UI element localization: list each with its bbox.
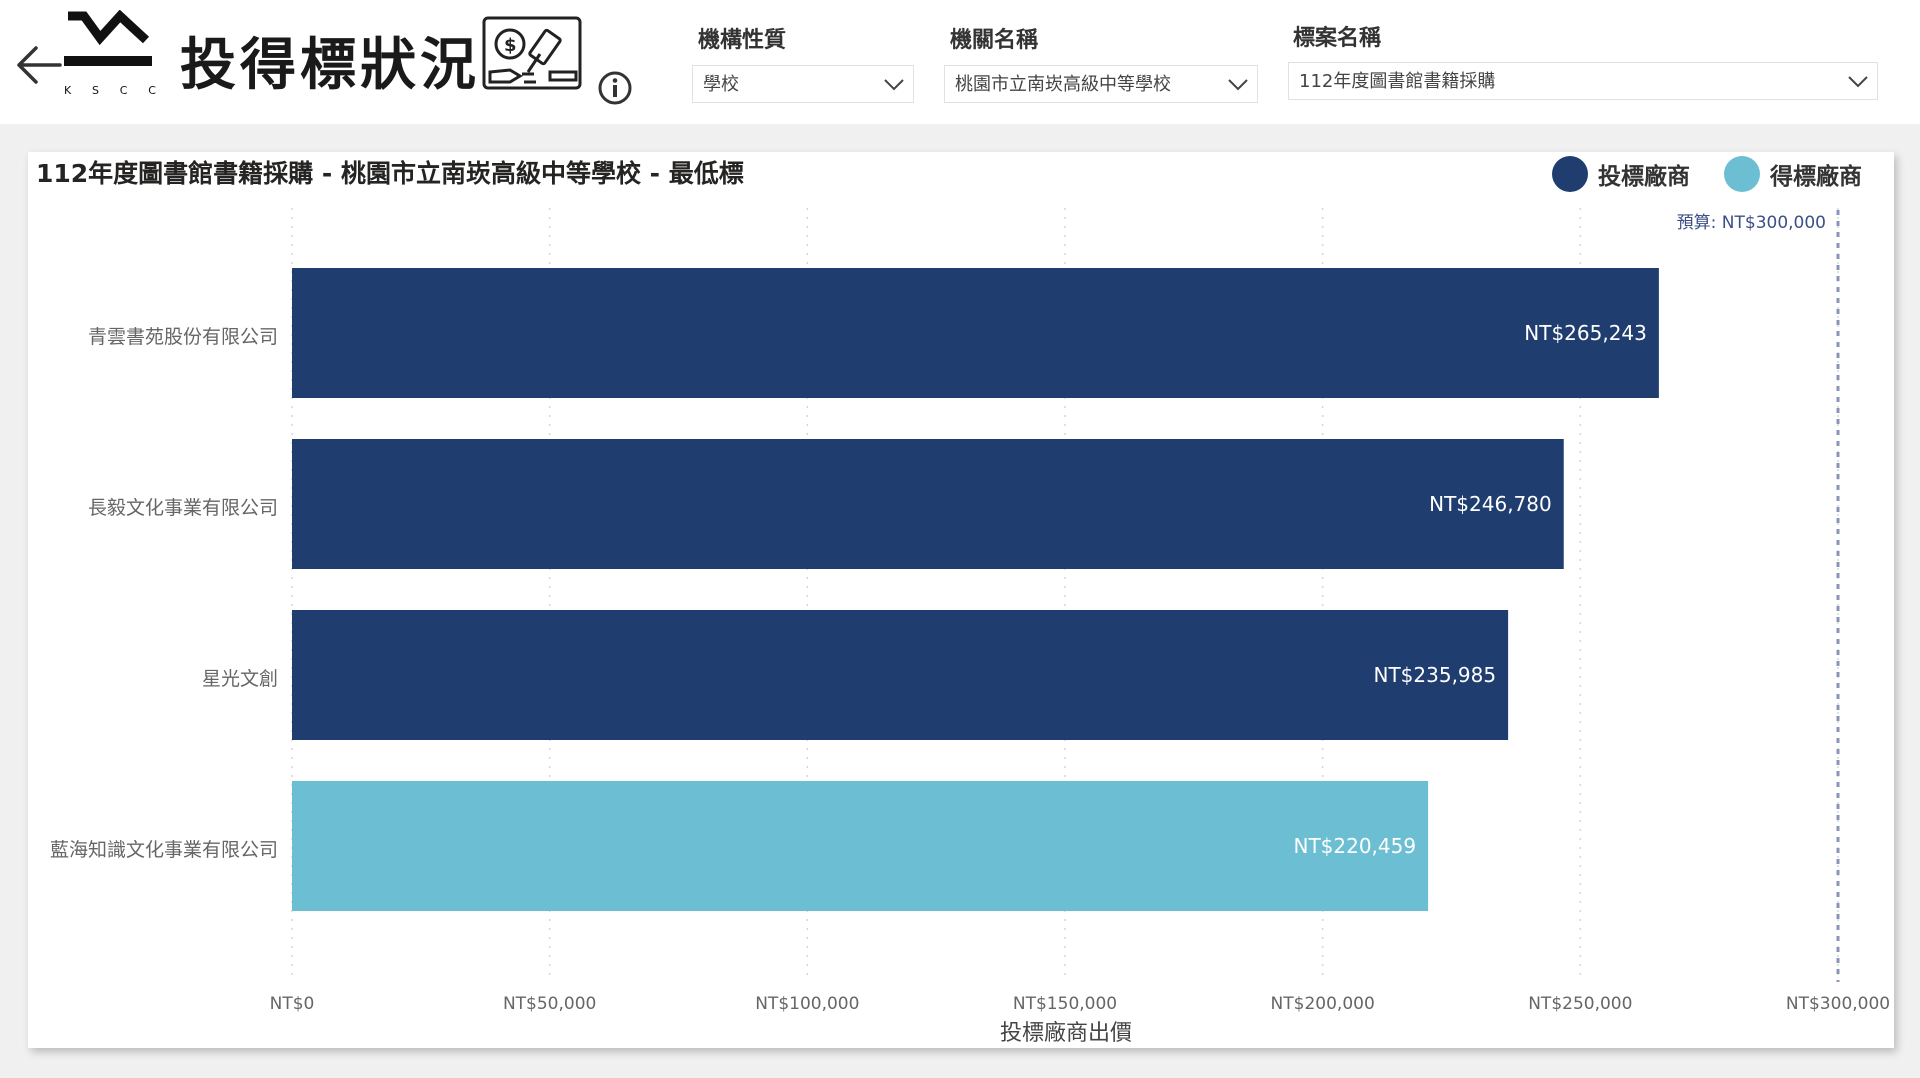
- x-tick-label: NT$200,000: [1271, 994, 1375, 1014]
- bar-value-label: NT$220,459: [1293, 834, 1416, 858]
- bar[interactable]: [292, 268, 1659, 398]
- x-axis-ticks: NT$0 NT$50,000 NT$100,000 NT$150,000 NT$200,…: [270, 994, 1890, 1014]
- bar-chart: NT$265,243 NT$246,780 NT$235,985 NT$220,459…: [270, 208, 1890, 1014]
- budget-reference-line: 預算: NT$300,000: [1677, 210, 1840, 982]
- x-tick-label: NT$0: [270, 994, 315, 1014]
- x-tick-label: NT$50,000: [503, 994, 596, 1014]
- bar-value-label: NT$235,985: [1374, 663, 1497, 687]
- bar[interactable]: [292, 439, 1564, 569]
- x-tick-label: NT$300,000: [1786, 994, 1890, 1014]
- bar-value-label: NT$265,243: [1524, 321, 1647, 345]
- bars: NT$265,243 NT$246,780 NT$235,985 NT$220,459: [292, 268, 1659, 911]
- x-axis-title: 投標廠商出價: [999, 1021, 1132, 1046]
- bar[interactable]: [292, 610, 1509, 740]
- x-tick-label: NT$150,000: [1013, 994, 1117, 1014]
- x-tick-label: NT$250,000: [1528, 994, 1632, 1014]
- bar[interactable]: [292, 781, 1429, 911]
- x-tick-label: NT$100,000: [755, 994, 859, 1014]
- budget-label: 預算: NT$300,000: [1677, 213, 1826, 233]
- bar-value-label: NT$246,780: [1429, 492, 1552, 516]
